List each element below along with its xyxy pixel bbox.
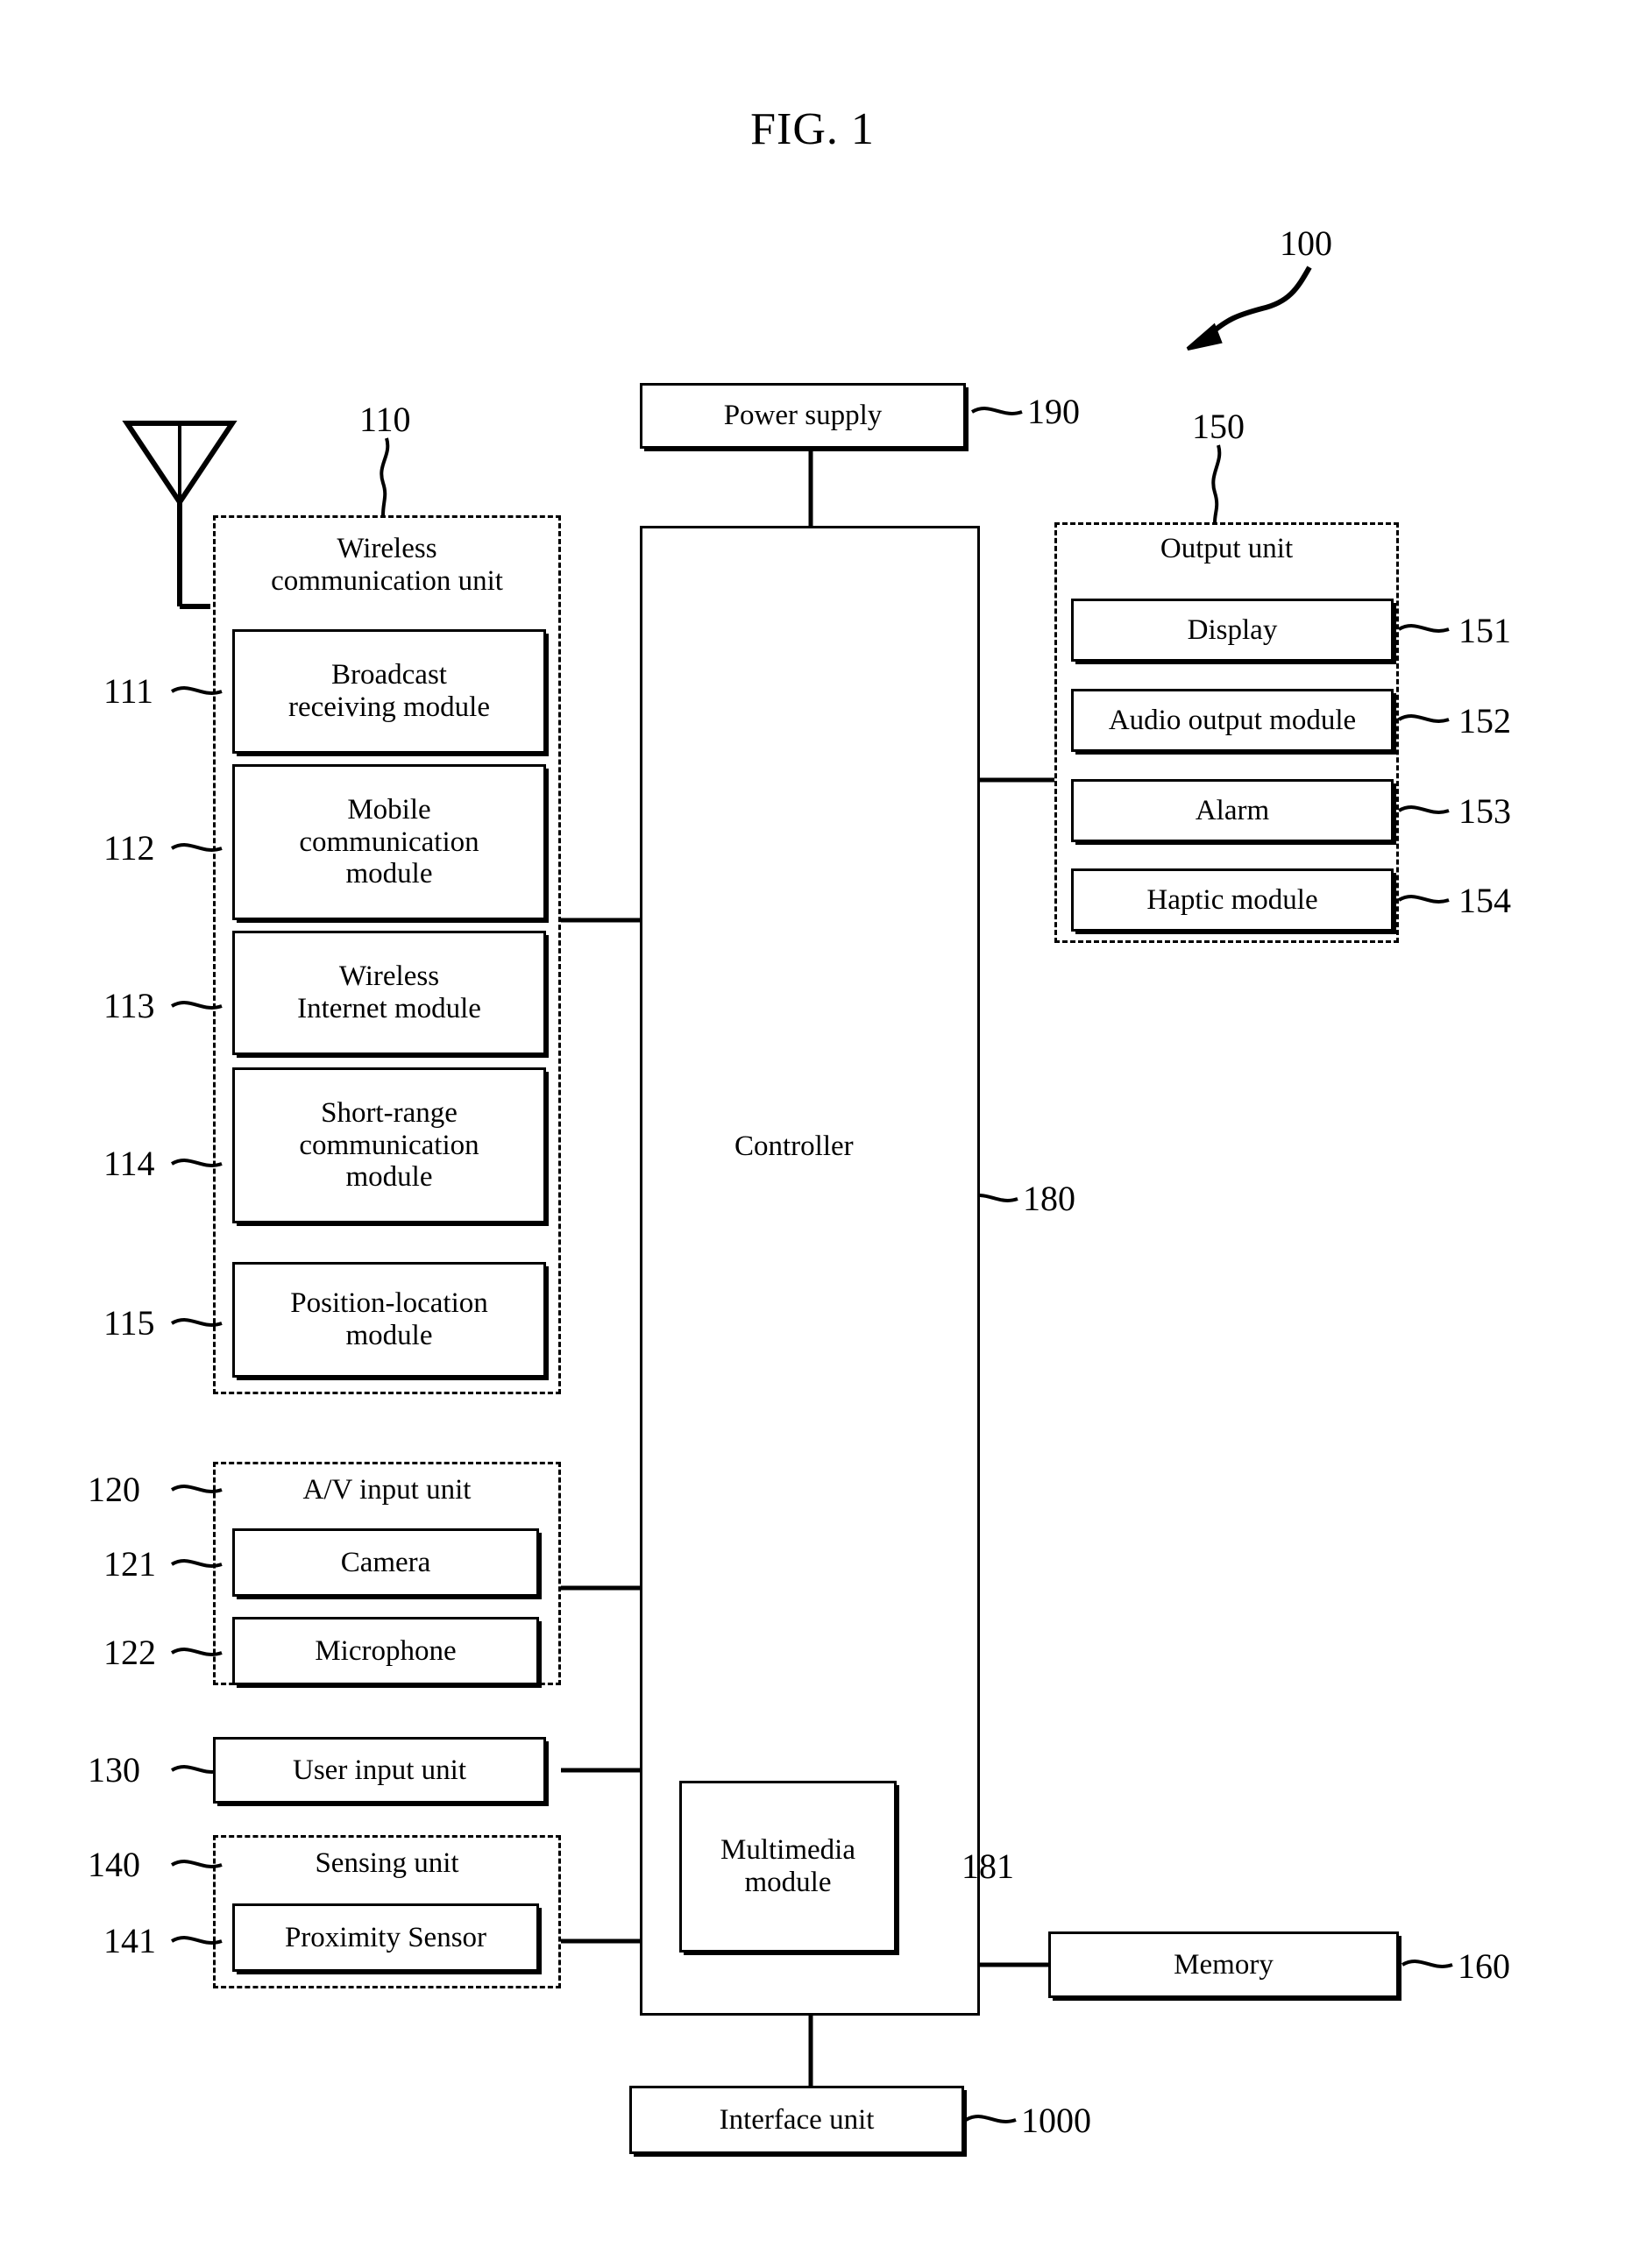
ref-181: 181 [962, 1846, 1014, 1886]
position-location-module-label: Position-location module [290, 1287, 488, 1351]
user-input-unit-label: User input unit [293, 1754, 466, 1786]
camera-label: Camera [340, 1546, 431, 1578]
power-supply-block[interactable]: Power supply [640, 383, 966, 449]
memory-label: Memory [1174, 1948, 1274, 1981]
alarm-label: Alarm [1195, 794, 1270, 826]
ref-150: 150 [1192, 407, 1245, 446]
display-label: Display [1187, 613, 1278, 646]
interface-unit-block[interactable]: Interface unit [629, 2086, 964, 2154]
mobile-communication-module-block[interactable]: Mobile communication module [232, 764, 546, 920]
wireless-communication-unit-title: Wireless communication unit [271, 533, 503, 597]
audio-output-module-label: Audio output module [1108, 704, 1357, 736]
position-location-module-block[interactable]: Position-location module [232, 1262, 546, 1378]
ref-121: 121 [103, 1544, 156, 1584]
alarm-block[interactable]: Alarm [1071, 779, 1394, 842]
microphone-label: Microphone [315, 1634, 457, 1667]
ref-115: 115 [103, 1303, 155, 1343]
ref-110: 110 [359, 400, 411, 439]
ref-151: 151 [1458, 611, 1511, 650]
ref-152: 152 [1458, 701, 1511, 741]
proximity-sensor-label: Proximity Sensor [284, 1921, 487, 1953]
interface-unit-label: Interface unit [719, 2103, 875, 2136]
mobile-communication-module-label: Mobile communication module [299, 793, 479, 890]
system-pointer-arrow-icon [1186, 266, 1312, 351]
ref-113: 113 [103, 986, 155, 1025]
ref-141: 141 [103, 1921, 156, 1960]
ref-114: 114 [103, 1144, 155, 1183]
ref-154: 154 [1458, 881, 1511, 920]
figure-title: FIG. 1 [750, 104, 875, 154]
broadcast-receiving-module-block[interactable]: Broadcast receiving module [232, 629, 546, 754]
memory-block[interactable]: Memory [1048, 1931, 1399, 1998]
camera-block[interactable]: Camera [232, 1528, 539, 1597]
av-input-unit-title: A/V input unit [302, 1474, 472, 1506]
ref-153: 153 [1458, 791, 1511, 831]
ref-111: 111 [103, 671, 154, 711]
patent-figure-1: FIG. 1 Power supply 190 100 Controller 1… [0, 0, 1625, 2268]
ref-100: 100 [1280, 223, 1332, 263]
ref-120: 120 [88, 1470, 140, 1509]
haptic-module-label: Haptic module [1146, 883, 1318, 916]
controller-label: Controller [734, 1130, 854, 1162]
multimedia-module-label: Multimedia module [720, 1834, 855, 1898]
output-unit-title: Output unit [1160, 533, 1294, 564]
multimedia-module-block[interactable]: Multimedia module [679, 1781, 897, 1953]
proximity-sensor-block[interactable]: Proximity Sensor [232, 1903, 539, 1972]
audio-output-module-block[interactable]: Audio output module [1071, 689, 1394, 752]
ref-130: 130 [88, 1750, 140, 1790]
sensing-unit-title: Sensing unit [315, 1847, 459, 1879]
microphone-block[interactable]: Microphone [232, 1617, 539, 1685]
power-supply-label: Power supply [723, 400, 883, 432]
user-input-unit-block[interactable]: User input unit [213, 1737, 546, 1804]
short-range-communication-module-label: Short-range communication module [299, 1096, 479, 1194]
ref-122: 122 [103, 1633, 156, 1672]
ref-112: 112 [103, 828, 155, 868]
ref-1000: 1000 [1021, 2101, 1091, 2140]
ref-190: 190 [1027, 392, 1080, 431]
display-block[interactable]: Display [1071, 599, 1394, 662]
short-range-communication-module-block[interactable]: Short-range communication module [232, 1067, 546, 1223]
ref-160: 160 [1458, 1946, 1510, 1986]
ref-140: 140 [88, 1845, 140, 1884]
wireless-internet-module-block[interactable]: Wireless Internet module [232, 931, 546, 1055]
ref-180: 180 [1023, 1179, 1075, 1218]
wireless-internet-module-label: Wireless Internet module [297, 960, 481, 1024]
haptic-module-block[interactable]: Haptic module [1071, 868, 1394, 932]
broadcast-receiving-module-label: Broadcast receiving module [287, 659, 490, 723]
